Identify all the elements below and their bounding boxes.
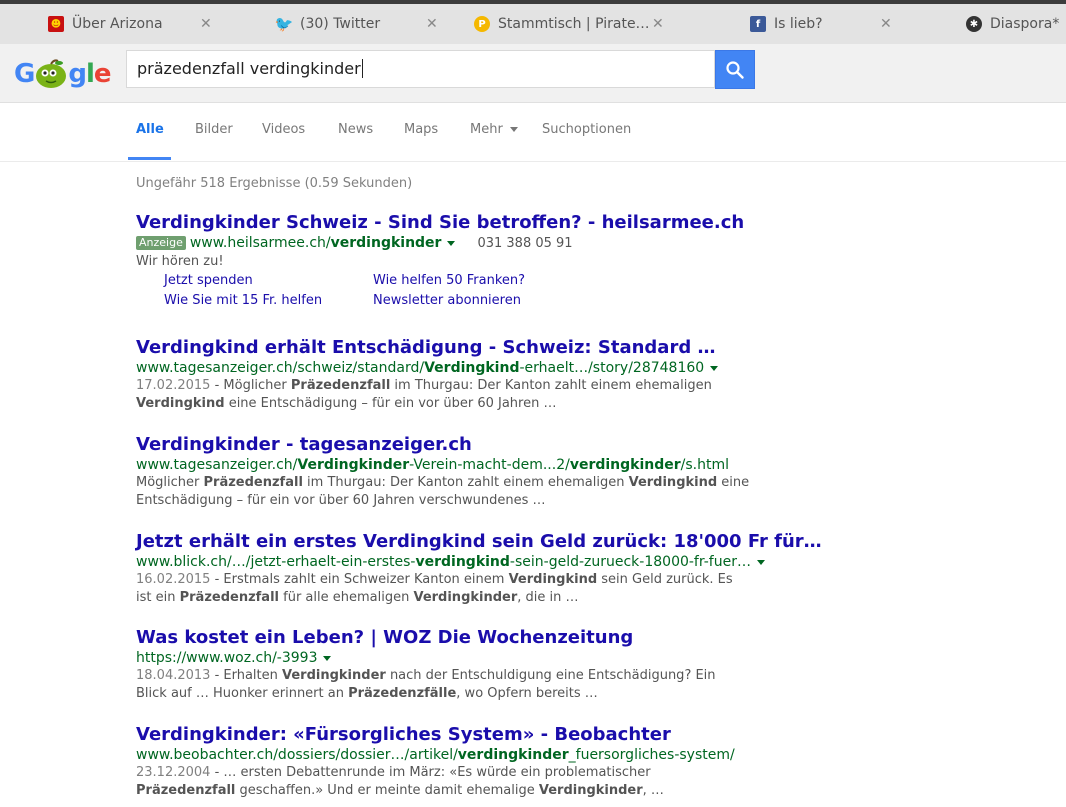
close-icon[interactable]: ✕ [200,16,212,32]
search-input[interactable]: präzedenzfall verdingkinder [126,50,715,88]
close-icon[interactable]: ✕ [426,16,438,32]
sitelink[interactable]: Wie Sie mit 15 Fr. helfen [164,293,322,308]
search-icon [726,60,744,79]
search-result: Jetzt erhält ein erstes Verdingkind sein… [136,531,822,607]
result-title[interactable]: Verdingkind erhält Entschädigung - Schwe… [136,337,776,359]
apple-doodle-icon [34,59,68,89]
facebook-icon: f [750,16,766,32]
diaspora-icon: ✱ [966,16,982,32]
result-title[interactable]: Verdingkinder - tagesanzeiger.ch [136,434,776,456]
caret-down-icon[interactable] [323,655,332,661]
sitelink[interactable]: Newsletter abonnieren [373,293,521,308]
search-result: Verdingkinder: «Fürsorgliches System» - … [136,724,776,800]
ad-phone: 031 388 05 91 [477,236,573,251]
result-url: www.tagesanzeiger.ch/Verdingkinder-Verei… [136,457,730,473]
search-result: Verdingkind erhält Entschädigung - Schwe… [136,337,776,413]
caret-down-icon[interactable] [756,559,765,565]
active-tab-indicator [128,157,171,160]
result-url: www.blick.ch/…/jetzt-erhaelt-ein-erstes-… [136,553,776,571]
result-url: https://www.woz.ch/-3993 [136,649,776,667]
result-url: Anzeige www.heilsarmee.ch/verdingkinder 03… [136,234,776,253]
google-logo[interactable]: G gle [14,54,112,94]
search-button[interactable] [715,50,755,89]
tab-stammtisch[interactable]: P Stammtisch | Pirate… ✕ [474,8,664,40]
sitelink[interactable]: Wie helfen 50 Franken? [373,273,525,288]
result-snippet: 18.04.2013 - Erhalten Verdingkinder nach… [136,668,716,701]
result-title[interactable]: Jetzt erhält ein erstes Verdingkind sein… [136,531,822,553]
ad-badge: Anzeige [136,236,186,250]
search-header: G gle präzedenzfall verdingkinder [0,44,1066,103]
result-snippet: Möglicher Präzedenzfall im Thurgau: Der … [136,475,750,508]
arizona-icon: ☻ [48,16,64,32]
browser-tab-bar: ☻ Über Arizona ✕ 🐦 (30) Twitter ✕ P Stam… [0,0,1066,44]
ad-result: Verdingkinder Schweiz - Sind Sie betroff… [136,212,776,271]
close-icon[interactable]: ✕ [652,16,664,32]
tab-label: Über Arizona [72,16,163,32]
tab-label: (30) Twitter [300,16,381,32]
search-nav: Alle Bilder Videos News Maps Mehr Suchop… [0,102,1066,162]
result-snippet: Wir hören zu! [136,254,224,269]
tab-maps[interactable]: Maps [404,122,438,137]
result-snippet: 23.12.2004 - … ersten Debattenrunde im M… [136,765,664,798]
caret-down-icon[interactable] [447,240,456,246]
pirate-icon: P [474,16,490,32]
tab-label: Is lieb? [774,16,823,32]
tab-label: Stammtisch | Pirate… [498,16,650,32]
result-title[interactable]: Was kostet ein Leben? | WOZ Die Wochenze… [136,627,776,649]
sitelink[interactable]: Jetzt spenden [164,273,253,288]
tab-all[interactable]: Alle [136,122,164,137]
caret-down-icon [509,127,518,132]
result-title[interactable]: Verdingkinder: «Fürsorgliches System» - … [136,724,776,746]
tab-more[interactable]: Mehr [470,122,518,137]
result-url: www.tagesanzeiger.ch/schweiz/standard/Ve… [136,359,776,377]
tab-news[interactable]: News [338,122,373,137]
twitter-icon: 🐦 [274,15,294,33]
tab-facebook[interactable]: f Is lieb? ✕ [750,8,892,40]
tab-diaspora[interactable]: ✱ Diaspora* [966,8,1059,40]
result-stats: Ungefähr 518 Ergebnisse (0.59 Sekunden) [136,176,413,191]
result-title[interactable]: Verdingkinder Schweiz - Sind Sie betroff… [136,212,776,234]
tab-arizona[interactable]: ☻ Über Arizona ✕ [48,8,212,40]
tab-label: Diaspora* [990,16,1060,32]
result-url: www.beobachter.ch/dossiers/dossier…/arti… [136,747,735,763]
tab-search-tools[interactable]: Suchoptionen [542,122,631,137]
close-icon[interactable]: ✕ [880,16,892,32]
result-snippet: 17.02.2015 - Möglicher Präzedenzfall im … [136,378,712,411]
result-snippet: 16.02.2015 - Erstmals zahlt ein Schweize… [136,572,733,605]
search-result: Was kostet ein Leben? | WOZ Die Wochenze… [136,627,776,703]
tab-twitter[interactable]: 🐦 (30) Twitter ✕ [274,8,438,40]
caret-down-icon[interactable] [710,365,719,371]
tab-images[interactable]: Bilder [195,122,233,137]
tab-more-label: Mehr [470,122,503,137]
tab-videos[interactable]: Videos [262,122,305,137]
search-result: Verdingkinder - tagesanzeiger.ch www.tag… [136,434,776,510]
